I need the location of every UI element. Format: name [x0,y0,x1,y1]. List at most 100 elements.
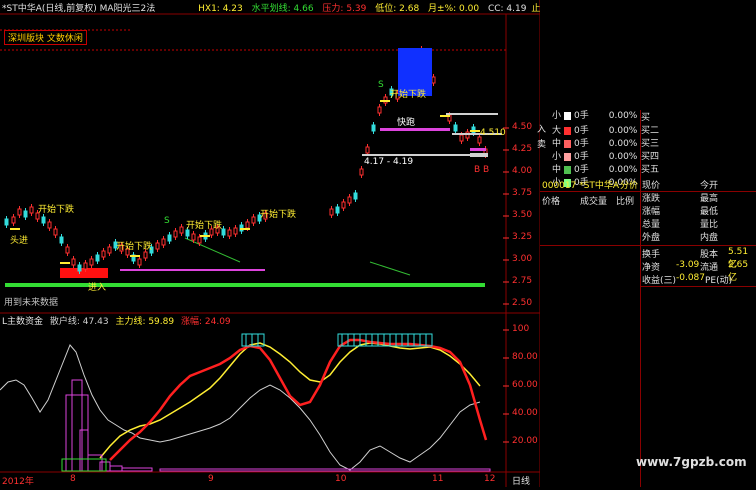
fen-jia-tab[interactable]: 分价 [620,178,638,191]
price-tick: 3.50 [512,210,533,220]
candle-body [335,206,340,214]
eps-label: 收益(三) [642,276,677,286]
candle-body [65,246,70,254]
indicator-retail: 散户线: 47.43 [49,317,109,327]
candle-body [341,201,346,209]
price-tick: 2.75 [512,276,533,286]
indicator-main: 主力线: 59.89 [115,317,175,327]
share-capital-label: 股本 [700,250,719,260]
candle-body [89,258,94,266]
label-range: 4.17 - 4.19 [364,157,414,167]
candle-body [245,221,250,229]
year-label: 2012年 [2,477,34,487]
kline-chart[interactable] [0,0,541,487]
quote-right-label: 内盘 [700,233,719,243]
net-assets-label: 净资 [642,263,661,273]
order-color-swatch [564,165,572,174]
low-value: 低位: 2.68 [375,4,420,14]
label-run: 快跑 [397,118,416,128]
indicator-tick: 40.00 [512,408,538,418]
cc-value: CC: 4.19 [487,4,527,14]
candle-body [365,146,370,154]
candle-body [95,254,100,262]
stock-code-title: 000017 *ST中华A [542,181,620,191]
buy-level-label: 买 [641,113,651,123]
ma-segment [440,115,450,117]
order-volume: 0手 [574,152,589,162]
indicator-tick: 100 [512,324,530,334]
quote-left-label: 涨跌 [642,194,661,204]
hx1-value: HX1: 4.23 [198,4,243,14]
order-volume: 0手 [574,111,589,121]
buy-level-label: 买三 [641,139,660,149]
indicator-tick: 60.00 [512,380,538,390]
indicator-bar [159,468,491,472]
candle-body [329,208,334,216]
candle-body [431,76,436,84]
ma-segment [10,228,20,230]
quote-left-label: 现价 [642,181,661,191]
order-row: 中 0手 0.00% [552,138,637,151]
candle-body [251,216,256,224]
quote-left-label: 总量 [642,220,661,230]
ma-segment [240,228,250,230]
ma-segment [130,255,140,257]
month-8: 8 [70,474,76,484]
period-button[interactable]: 日线 [512,474,530,487]
net-assets-value: -3.09 [676,260,700,270]
order-pct: 0.00% [608,165,638,175]
label-tou: 头进 [10,236,29,246]
month-11: 11 [432,474,444,484]
candle-body [4,218,9,226]
indicator-bar [65,394,89,472]
order-sell-label: 卖 [537,140,547,150]
order-row: 小 0手 0.00% [552,110,637,123]
label-s-2: S [378,80,384,90]
candle-body [459,134,464,142]
order-color-swatch [564,111,572,120]
order-size: 中 [552,139,562,149]
candle-body [161,238,166,246]
candle-body [173,230,178,238]
quote-left-label: 外盘 [642,233,661,243]
label-start-down-4: 开始下跌 [260,210,297,220]
price-tick: 4.25 [512,144,533,154]
indicator-bar [121,467,153,472]
eps-value: -0.087 [676,273,706,283]
resistance-value: 压力: 5.39 [322,4,367,14]
candle-body [359,168,364,176]
month-12: 12 [484,474,496,484]
ma-segment [380,100,390,102]
order-in-label: 入 [537,125,547,135]
indicator-yellow-line [99,342,481,459]
quote-panel: 000017 *ST中华A 分价 价格 成交量 比例 现价 涨跌 涨幅 总量 外盘 今开最… [540,176,756,487]
price-tick: 2.50 [512,298,533,308]
candle-body [107,246,112,254]
chart-area[interactable] [0,0,541,487]
candle-body [221,228,226,236]
month-10: 10 [335,474,347,484]
order-size: 小 [552,152,562,162]
indicator-tick: 20.00 [512,436,538,446]
candle-body [77,264,82,272]
candle-body [377,106,382,114]
header-bar: *ST中华A(日线,前复权) MA阳光三2法 HX1: 4.23 水平划线: 4… [2,1,546,14]
order-row: 大 0手 0.00% [552,125,637,138]
quote-right-label: 今开 [700,181,719,191]
note-box: 深圳版块 文数休闲 [4,30,87,45]
label-future-data: 用到未来数据 [4,298,59,308]
watermark: www.7gpzb.com [636,455,747,469]
cc-mark: 止 [531,4,541,14]
candle-body [371,124,376,132]
col-price: 价格 [542,197,561,207]
indicator-name: L主数资金 [2,317,44,327]
indicator-header: L主数资金 散户线: 47.43 主力线: 59.89 涨幅: 24.09 [2,314,231,327]
label-start-down-5: 开始下跌 [390,90,427,100]
indicator-bars [65,379,491,472]
quote-right-label: 量比 [700,220,719,230]
chart-title: *ST中华A(日线,前复权) MA阳光三2法 [2,4,156,14]
order-size: 大 [552,126,562,136]
label-level: 4.510 [480,128,506,138]
turnover-label: 换手 [642,250,661,260]
float-label: 流通 [700,263,719,273]
